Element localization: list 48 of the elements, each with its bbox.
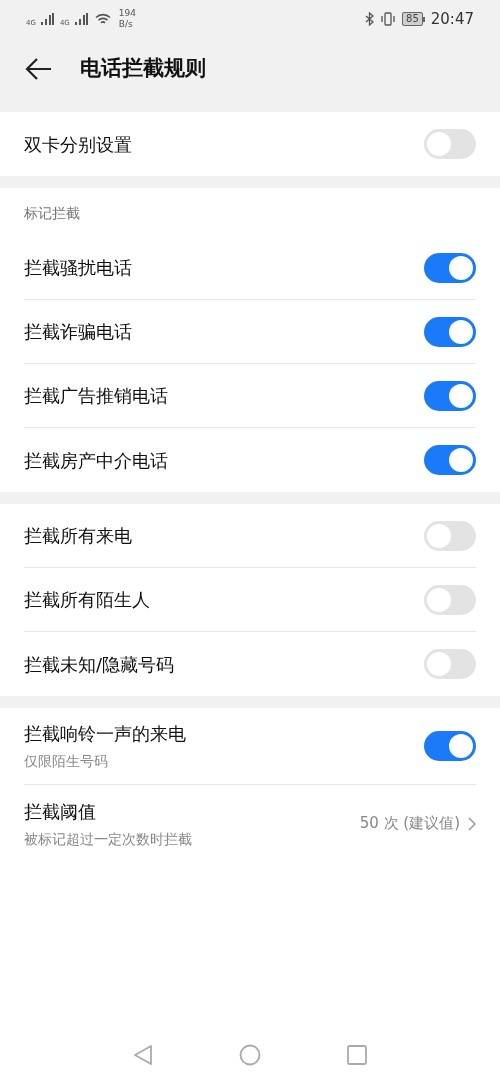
toggle-switch[interactable]: [424, 129, 476, 159]
setting-label: 拦截未知/隐藏号码: [24, 652, 175, 677]
speed-value: 194: [118, 8, 136, 19]
bluetooth-icon: [365, 12, 375, 26]
section-header: 标记拦截: [24, 204, 80, 223]
setting-label: 拦截所有陌生人: [24, 588, 150, 612]
battery-indicator: 85: [402, 12, 425, 26]
speed-unit: B/s: [118, 19, 134, 30]
toggle-switch[interactable]: [424, 649, 476, 679]
signal-icon: [73, 13, 88, 25]
setting-description: 被标记超过一定次数时拦截: [24, 829, 192, 849]
setting-label: 拦截阈值: [24, 799, 97, 824]
toggle-switch[interactable]: [424, 316, 476, 347]
setting-label: 拦截所有来电: [24, 524, 132, 548]
setting-row[interactable]: 拦截房产中介电话: [24, 428, 476, 492]
setting-label: 拦截广告推销电话: [24, 384, 168, 408]
signal-icon: [39, 13, 54, 25]
toggle-switch[interactable]: [424, 584, 476, 615]
setting-row[interactable]: 双卡分别设置: [24, 112, 476, 176]
recents-nav-icon[interactable]: [347, 1045, 367, 1065]
toggle-switch[interactable]: [424, 731, 476, 761]
clock: 20:47: [430, 8, 474, 30]
setting-row[interactable]: 拦截所有来电: [24, 504, 476, 568]
setting-row[interactable]: 拦截未知/隐藏号码: [24, 632, 476, 696]
setting-label: 双卡分别设置: [24, 132, 132, 157]
wifi-icon: [94, 12, 111, 26]
setting-row[interactable]: 拦截阈值 被标记超过一定次数时拦截 50 次 (建议值): [24, 785, 476, 862]
setting-label: 拦截诈骗电话: [24, 320, 132, 344]
setting-description: 仅限陌生号码: [24, 752, 109, 771]
page-title: 电话拦截规则: [80, 55, 206, 83]
back-nav-icon[interactable]: [133, 1044, 153, 1066]
setting-label: 拦截响铃一声的来电: [24, 722, 186, 746]
chevron-right-icon: [468, 816, 476, 831]
setting-row[interactable]: 拦截骚扰电话: [24, 236, 476, 300]
toggle-switch[interactable]: [424, 445, 476, 475]
setting-row[interactable]: 拦截广告推销电话: [24, 364, 476, 428]
toggle-switch[interactable]: [424, 252, 476, 283]
setting-row[interactable]: 拦截诈骗电话: [24, 300, 476, 364]
setting-label: 拦截骚扰电话: [24, 256, 132, 280]
toggle-switch[interactable]: [424, 380, 476, 411]
vibrate-icon: [380, 12, 397, 26]
setting-label: 拦截房产中介电话: [24, 448, 168, 473]
setting-row[interactable]: 拦截响铃一声的来电 仅限陌生号码: [24, 708, 476, 785]
setting-value: 50 次 (建议值): [359, 813, 460, 835]
back-icon[interactable]: [24, 57, 52, 81]
setting-row[interactable]: 拦截所有陌生人: [24, 568, 476, 632]
toggle-switch[interactable]: [424, 520, 476, 551]
home-nav-icon[interactable]: [239, 1044, 261, 1066]
